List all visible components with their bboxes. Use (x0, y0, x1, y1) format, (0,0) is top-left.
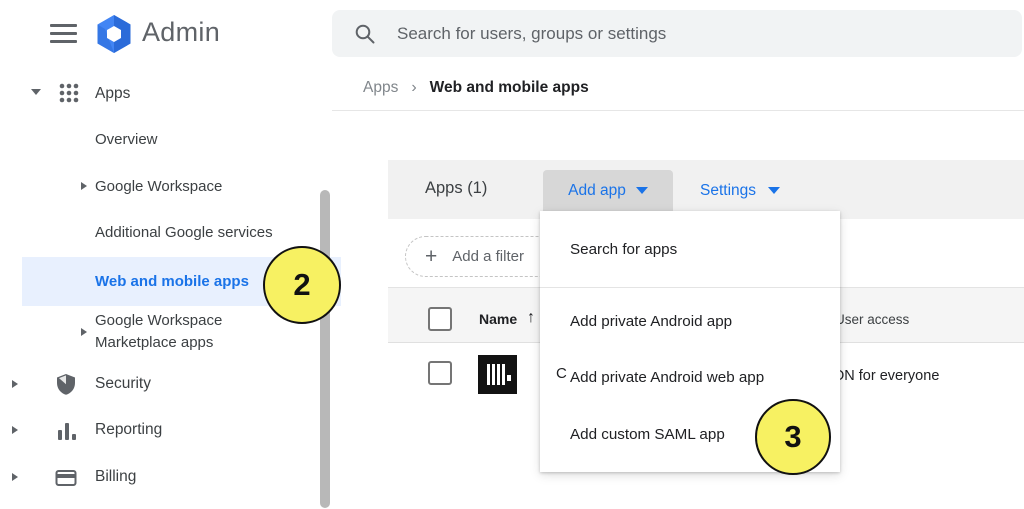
sidebar-item-google-workspace[interactable]: Google Workspace (95, 176, 222, 198)
settings-label: Settings (700, 182, 756, 200)
product-title: Admin (142, 17, 220, 48)
security-caret-icon[interactable] (12, 380, 18, 388)
breadcrumb-separator-icon: › (411, 79, 416, 97)
google-admin-console: Admin Apps Overview Google Workspace Add… (0, 0, 1024, 509)
billing-caret-icon[interactable] (12, 473, 18, 481)
apps-expand-caret-icon[interactable] (31, 89, 41, 95)
breadcrumb: Apps › Web and mobile apps (363, 79, 589, 97)
global-search-bar (332, 10, 1022, 57)
add-app-label: Add app (568, 182, 626, 200)
sidebar-item-apps[interactable]: Apps (95, 83, 130, 105)
reporting-caret-icon[interactable] (12, 426, 18, 434)
step-3-number: 3 (784, 419, 801, 455)
hamburger-menu-icon[interactable] (50, 24, 77, 43)
add-app-caret-icon (636, 187, 648, 194)
step-2-annotation: 2 (263, 246, 341, 324)
breadcrumb-apps-link[interactable]: Apps (363, 79, 398, 97)
menu-item-add-private-android-web-app[interactable]: Add private Android web app (570, 367, 764, 389)
menu-item-search-for-apps[interactable]: Search for apps (570, 239, 677, 261)
row-checkbox[interactable] (428, 361, 452, 385)
search-input[interactable] (397, 24, 957, 44)
user-access-cell: ON for everyone (833, 366, 939, 387)
sidebar-scrollbar[interactable] (320, 190, 330, 508)
sidebar-item-security[interactable]: Security (95, 373, 151, 395)
step-3-annotation: 3 (755, 399, 831, 475)
sidebar-item-reporting[interactable]: Reporting (95, 419, 162, 441)
bar-chart-icon (55, 419, 79, 448)
sidebar-item-overview[interactable]: Overview (95, 129, 158, 151)
breadcrumb-divider (332, 110, 1024, 111)
sidebar-item-additional-google-services[interactable]: Additional Google services (95, 222, 273, 244)
admin-logo-icon (92, 12, 136, 61)
app-name-cell[interactable]: C (556, 363, 567, 384)
search-icon (354, 23, 376, 45)
settings-button[interactable]: Settings (700, 170, 780, 211)
sort-ascending-icon[interactable]: ↑ (527, 306, 535, 330)
add-app-button[interactable]: Add app (543, 170, 673, 211)
menu-item-add-custom-saml-app[interactable]: Add custom SAML app (570, 424, 725, 446)
sidebar-item-marketplace-apps[interactable]: Google Workspace Marketplace apps (95, 310, 270, 354)
breadcrumb-current: Web and mobile apps (430, 79, 589, 97)
select-all-checkbox[interactable] (428, 307, 452, 331)
sidebar-item-web-and-mobile-apps[interactable]: Web and mobile apps (95, 271, 249, 293)
apps-grid-icon (57, 81, 81, 110)
settings-caret-icon (768, 187, 780, 194)
marketplace-caret-icon[interactable] (81, 328, 87, 336)
app-logo-icon (478, 355, 517, 399)
column-header-name[interactable]: Name (479, 307, 517, 331)
sidebar-item-billing[interactable]: Billing (95, 466, 136, 488)
column-header-user-access: User access (835, 309, 909, 331)
credit-card-icon (54, 466, 78, 495)
step-2-number: 2 (293, 267, 310, 303)
add-filter-label: Add a filter (452, 248, 524, 265)
shield-icon (54, 372, 78, 401)
menu-item-add-private-android-app[interactable]: Add private Android app (570, 311, 732, 333)
menu-divider (540, 287, 840, 288)
plus-icon: + (425, 246, 437, 267)
apps-count-title: Apps (1) (425, 179, 487, 198)
google-workspace-caret-icon[interactable] (81, 182, 87, 190)
